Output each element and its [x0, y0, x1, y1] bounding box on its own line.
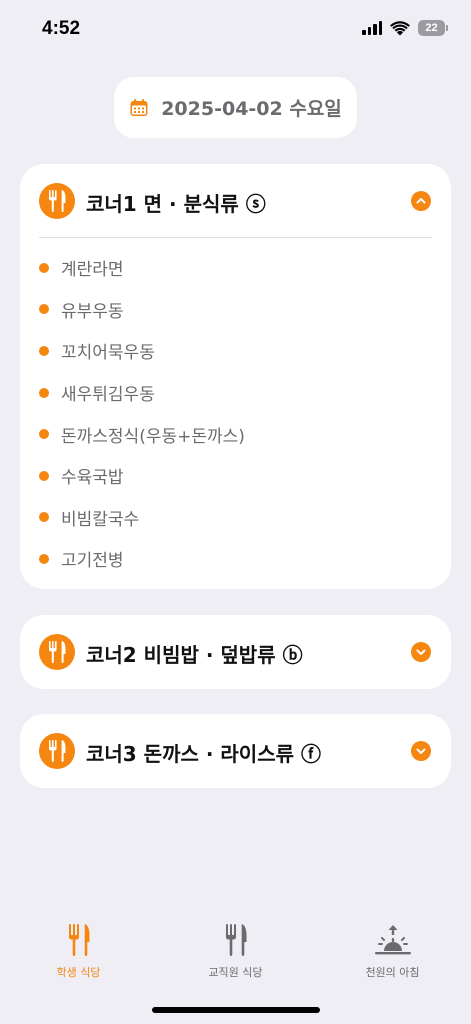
bullet-dot: [39, 262, 49, 273]
tab-label: 천원의 아침: [365, 966, 420, 979]
sunrise-icon: [374, 920, 412, 960]
bullet-dot: [39, 470, 49, 481]
tab-1000won-breakfast[interactable]: 천원의 아침: [314, 920, 471, 980]
chevron-down-icon[interactable]: [411, 642, 431, 662]
fork-knife-icon: [224, 920, 248, 960]
fork-knife-icon: [67, 920, 91, 960]
menu-item: 계란라면: [39, 247, 245, 289]
tab-student-cafeteria[interactable]: 학생 식당: [0, 920, 157, 980]
fork-knife-icon: [39, 183, 75, 219]
tab-staff-cafeteria[interactable]: 교직원 식당: [157, 920, 314, 980]
fork-knife-icon: [39, 634, 75, 670]
wifi-icon: [390, 21, 410, 36]
bullet-dot: [39, 345, 49, 356]
status-time: 4:52: [42, 18, 81, 39]
menu-item: 꼬치어묵우동: [39, 330, 245, 372]
corner-card-header[interactable]: 코너1 면 · 분식류 ⓢ: [20, 164, 451, 238]
menu-item: 새우튀김우동: [39, 372, 245, 414]
battery-icon: 22: [418, 20, 448, 36]
home-indicator: [152, 1007, 320, 1013]
screen: 4:52 22 2025-04-02 수요일 코너1 면 · 분식류 ⓢ 계란라…: [0, 0, 471, 1024]
menu-item-text: 돈까스정식(우동+돈까스): [61, 426, 245, 447]
menu-item-text: 비빔칼국수: [61, 509, 140, 530]
menu-item-text: 고기전병: [61, 551, 124, 572]
corner-card-header[interactable]: 코너3 돈까스 · 라이스류 ⓕ: [20, 714, 451, 788]
corner-title: 코너2 비빔밥 · 덮밥류 ⓑ: [86, 643, 303, 667]
menu-item: 유부우동: [39, 289, 245, 331]
menu-list: 계란라면 유부우동 꼬치어묵우동 새우튀김우동 돈까스정식(우동+돈까스) 수육…: [39, 247, 245, 580]
menu-item-text: 수육국밥: [61, 468, 124, 489]
cellular-signal-icon: [362, 21, 382, 35]
bullet-dot: [39, 387, 49, 398]
menu-item: 비빔칼국수: [39, 497, 245, 539]
tab-label: 학생 식당: [56, 966, 101, 979]
bullet-dot: [39, 553, 49, 564]
date-text: 2025-04-02 수요일: [161, 98, 342, 120]
corner-title: 코너3 돈까스 · 라이스류 ⓕ: [86, 742, 321, 766]
corner-card-3[interactable]: 코너3 돈까스 · 라이스류 ⓕ: [20, 714, 451, 788]
status-bar: 4:52 22: [0, 0, 471, 60]
battery-level: 22: [425, 22, 438, 34]
fork-knife-icon: [39, 733, 75, 769]
menu-item: 고기전병: [39, 538, 245, 580]
corner-card-header[interactable]: 코너2 비빔밥 · 덮밥류 ⓑ: [20, 615, 451, 689]
chevron-up-icon[interactable]: [411, 191, 431, 211]
status-icons: 22: [362, 20, 448, 36]
tab-label: 교직원 식당: [208, 966, 263, 979]
menu-item-text: 꼬치어묵우동: [61, 343, 155, 364]
menu-item-text: 계란라면: [61, 260, 124, 281]
menu-item: 돈까스정식(우동+돈까스): [39, 413, 245, 455]
corner-card-2[interactable]: 코너2 비빔밥 · 덮밥류 ⓑ: [20, 615, 451, 689]
chevron-down-icon[interactable]: [411, 741, 431, 761]
menu-item-text: 유부우동: [61, 301, 124, 322]
menu-item: 수육국밥: [39, 455, 245, 497]
bullet-dot: [39, 304, 49, 315]
corner-title: 코너1 면 · 분식류 ⓢ: [86, 192, 266, 216]
calendar-icon: [130, 98, 148, 116]
tab-bar: 학생 식당 교직원 식당 천원의 아침: [0, 920, 471, 990]
bullet-dot: [39, 429, 49, 440]
corner-card-1: 코너1 면 · 분식류 ⓢ 계란라면 유부우동 꼬치어묵우동 새우튀김우동 돈까…: [20, 164, 451, 589]
menu-item-text: 새우튀김우동: [61, 385, 155, 406]
divider: [39, 237, 432, 238]
bullet-dot: [39, 512, 49, 523]
date-selector[interactable]: 2025-04-02 수요일: [114, 77, 357, 138]
